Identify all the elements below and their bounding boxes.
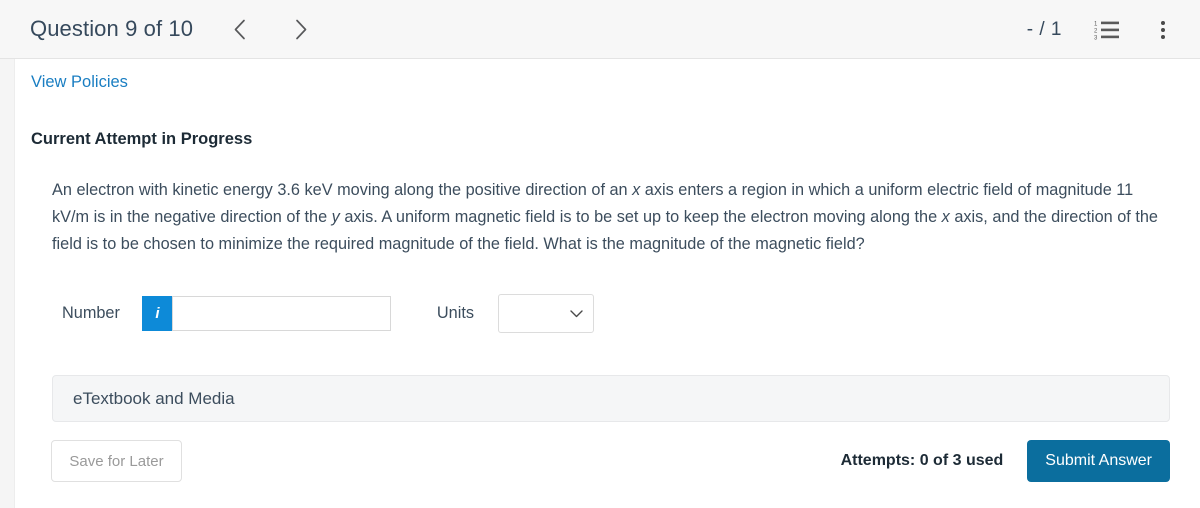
page-title: Question 9 of 10	[30, 16, 194, 41]
number-input-group: i	[141, 296, 391, 331]
units-select[interactable]	[498, 294, 595, 333]
question-page: Question 9 of 10 - / 1 1 2 3 View Polici…	[0, 0, 1200, 508]
axis-variable-x2: x	[941, 208, 950, 226]
question-footer: Save for Later Attempts: 0 of 3 used Sub…	[51, 440, 1170, 482]
left-gutter	[0, 59, 15, 508]
chevron-down-icon	[570, 309, 583, 317]
footer-right-group: Attempts: 0 of 3 used Submit Answer	[841, 440, 1170, 482]
chevron-right-icon[interactable]	[284, 12, 318, 46]
etextbook-and-media-bar[interactable]: eTextbook and Media	[52, 375, 1170, 422]
etextbook-label: eTextbook and Media	[73, 388, 235, 408]
svg-text:3: 3	[1094, 35, 1098, 41]
numbered-list-icon[interactable]: 1 2 3	[1094, 19, 1120, 41]
save-for-later-button[interactable]: Save for Later	[51, 440, 182, 482]
question-navigation	[222, 12, 318, 46]
header-right-group: - / 1 1 2 3	[1027, 0, 1200, 59]
question-text-part1: An electron with kinetic energy 3.6 keV …	[52, 181, 633, 199]
axis-variable-y: y	[331, 208, 340, 226]
kebab-dot	[1161, 20, 1165, 25]
kebab-dot	[1161, 34, 1165, 39]
answer-input-row: Number i Units	[62, 294, 1200, 333]
question-content: View Policies Current Attempt in Progres…	[16, 59, 1200, 508]
question-text: An electron with kinetic energy 3.6 keV …	[52, 177, 1164, 258]
question-body: View Policies Current Attempt in Progres…	[0, 59, 1200, 508]
number-input[interactable]	[171, 296, 391, 331]
score-display: - / 1	[1026, 18, 1062, 40]
question-header: Question 9 of 10 - / 1 1 2 3	[0, 0, 1200, 59]
submit-answer-button[interactable]: Submit Answer	[1027, 440, 1170, 482]
info-icon[interactable]: i	[141, 296, 172, 331]
kebab-menu-icon[interactable]	[1152, 18, 1174, 42]
attempt-status-heading: Current Attempt in Progress	[31, 130, 253, 148]
kebab-dot	[1161, 27, 1165, 32]
view-policies-link[interactable]: View Policies	[31, 73, 128, 92]
units-label: Units	[436, 304, 475, 322]
question-text-part3: axis. A uniform magnetic field is to be …	[339, 208, 942, 226]
svg-text:1: 1	[1094, 21, 1098, 27]
chevron-left-icon[interactable]	[222, 12, 256, 46]
attempts-counter: Attempts: 0 of 3 used	[840, 452, 1004, 469]
svg-text:2: 2	[1094, 28, 1098, 34]
number-label: Number	[62, 304, 120, 322]
